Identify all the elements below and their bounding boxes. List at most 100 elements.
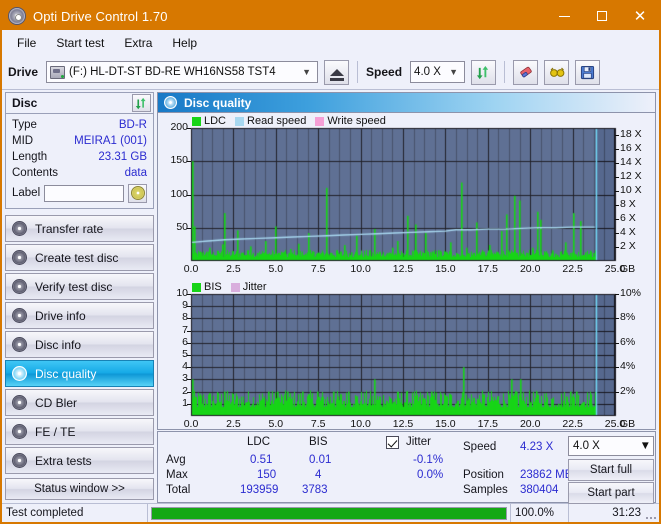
spectacles-button[interactable] [544,59,570,85]
sidebar-item-label: Transfer rate [35,221,104,236]
menu-help[interactable]: Help [163,33,206,53]
refresh-button[interactable] [471,59,497,85]
x-tick: 22.5 [562,418,583,430]
y-tick-mark [187,355,191,356]
save-button[interactable] [575,59,601,85]
jitter-checkbox[interactable] [386,436,399,449]
y-tick-mark [615,149,619,150]
x-tick: 12.5 [392,418,414,430]
sidebar-item-disc-quality[interactable]: Disc quality [5,360,154,387]
minimize-button[interactable] [545,2,583,30]
status-bar: Test completed 100.0% 31:23 [2,503,659,522]
disc-row-type-value: BD-R [118,119,147,131]
y-tick-mark [187,343,191,344]
maximize-button[interactable] [583,2,621,30]
y-tick-mark [187,318,191,319]
stats-panel: LDC BIS Jitter Avg 0.51 0.01 -0.1% Max 1… [157,431,656,504]
x-tick: 5.0 [268,418,284,430]
eject-button[interactable] [324,59,350,85]
refresh-icon [476,65,489,79]
legend-label-jitter: Jitter [242,281,267,293]
progress-percent: 100.0% [511,504,569,522]
y-tick-right: 2% [620,384,636,397]
sidebar-item-create-test-disc[interactable]: Create test disc [5,244,154,271]
maximize-icon [597,11,607,21]
disc-row-contents-key: Contents [12,167,59,179]
y-tick-mark [187,392,191,393]
sidebar-item-verify-test-disc[interactable]: Verify test disc [5,273,154,300]
disc-row-mid-key: MID [12,135,34,147]
spectacles-icon [549,67,564,77]
samples-stat-value: 380404 [520,484,559,496]
x-tick: 2.5 [226,263,241,275]
speed-select[interactable]: 4.0 X ▼ [410,61,466,83]
bis-total-value: 3783 [302,484,328,496]
y-tick-mark [615,294,619,295]
sidebar-item-label: Disc quality [35,366,97,381]
start-full-button[interactable]: Start full [568,459,654,481]
x-axis-unit: GB [620,263,636,275]
status-window-button[interactable]: Status window >> [5,478,154,500]
y-tick-left: 150 [170,154,188,167]
menu-file[interactable]: File [8,33,45,53]
disc-label-button[interactable] [128,183,147,203]
disc-panel: Disc Type BD-R MID MEIRA1 (001) Length 2… [5,92,154,209]
disc-icon [12,337,27,352]
menu-extra[interactable]: Extra [115,33,161,53]
x-tick: 12.5 [392,263,414,275]
sidebar-item-cd-bler[interactable]: CD Bler [5,389,154,416]
drive-select[interactable]: (F:) HL-DT-ST BD-RE WH16NS58 TST4 ▼ [46,61,319,83]
bis-max-value: 4 [315,469,322,481]
jitter-avg-value: -0.1% [413,454,444,466]
disc-row-type-key: Type [12,119,37,131]
legend-label-read-speed: Read speed [247,115,307,127]
legend-label-bis: BIS [204,281,222,293]
disc-row-contents: Contents data [12,165,147,181]
x-tick: 10.0 [350,418,371,430]
toolbar: Drive (F:) HL-DT-ST BD-RE WH16NS58 TST4 … [2,55,659,90]
sidebar-item-fe-te[interactable]: FE / TE [5,418,154,445]
speed-select-value: 4.0 X [414,66,441,78]
disc-row-length: Length 23.31 GB [12,149,147,165]
x-tick: 15.0 [435,263,456,275]
sidebar-item-label: Verify test disc [35,279,113,294]
eject-icon [329,68,344,81]
close-button[interactable]: ✕ [621,2,659,30]
legend-swatch-write-speed [315,116,325,126]
stats-col-ldc: LDC [247,436,271,448]
x-tick: 0.0 [183,263,199,275]
y-tick-mark [615,191,619,192]
sidebar-item-drive-info[interactable]: Drive info [5,302,154,329]
app-window: Opti Drive Control 1.70 ✕ File Start tes… [0,0,661,524]
y-tick-mark [615,205,619,206]
erase-button[interactable] [513,59,539,85]
menu-start-test[interactable]: Start test [47,33,113,53]
y-tick-right: 8 X [620,198,636,210]
y-tick-right: 4 X [620,226,636,238]
x-tick: 17.5 [477,418,499,430]
y-tick-left: 200 [170,121,188,133]
disc-label-input[interactable] [44,184,124,202]
sidebar-item-extra-tests[interactable]: Extra tests [5,447,154,474]
drive-icon [50,65,66,79]
jitter-max-value: 0.0% [417,469,444,481]
window-title: Opti Drive Control 1.70 [33,8,168,24]
stats-row-avg: Avg [166,454,186,466]
x-tick: 22.5 [562,263,583,275]
sidebar-item-disc-info[interactable]: Disc info [5,331,154,358]
disc-row-length-value: 23.31 GB [98,151,147,163]
y-tick-right: 4% [620,360,636,373]
main-body: Disc Type BD-R MID MEIRA1 (001) Length 2… [2,90,659,504]
sidebar-item-transfer-rate[interactable]: Transfer rate [5,215,154,242]
chevron-down-icon: ▼ [302,67,311,77]
y-tick-mark [187,306,191,307]
y-tick-mark [187,294,191,295]
disc-row-length-key: Length [12,151,48,163]
test-speed-select[interactable]: 4.0 X ▼ [568,436,654,456]
y-tick-mark [615,135,619,136]
drive-label: Drive [8,65,39,79]
y-tick-mark [615,318,619,319]
disc-refresh-button[interactable] [132,94,151,112]
resize-grip[interactable] [645,504,659,522]
start-part-button[interactable]: Start part [568,482,654,504]
